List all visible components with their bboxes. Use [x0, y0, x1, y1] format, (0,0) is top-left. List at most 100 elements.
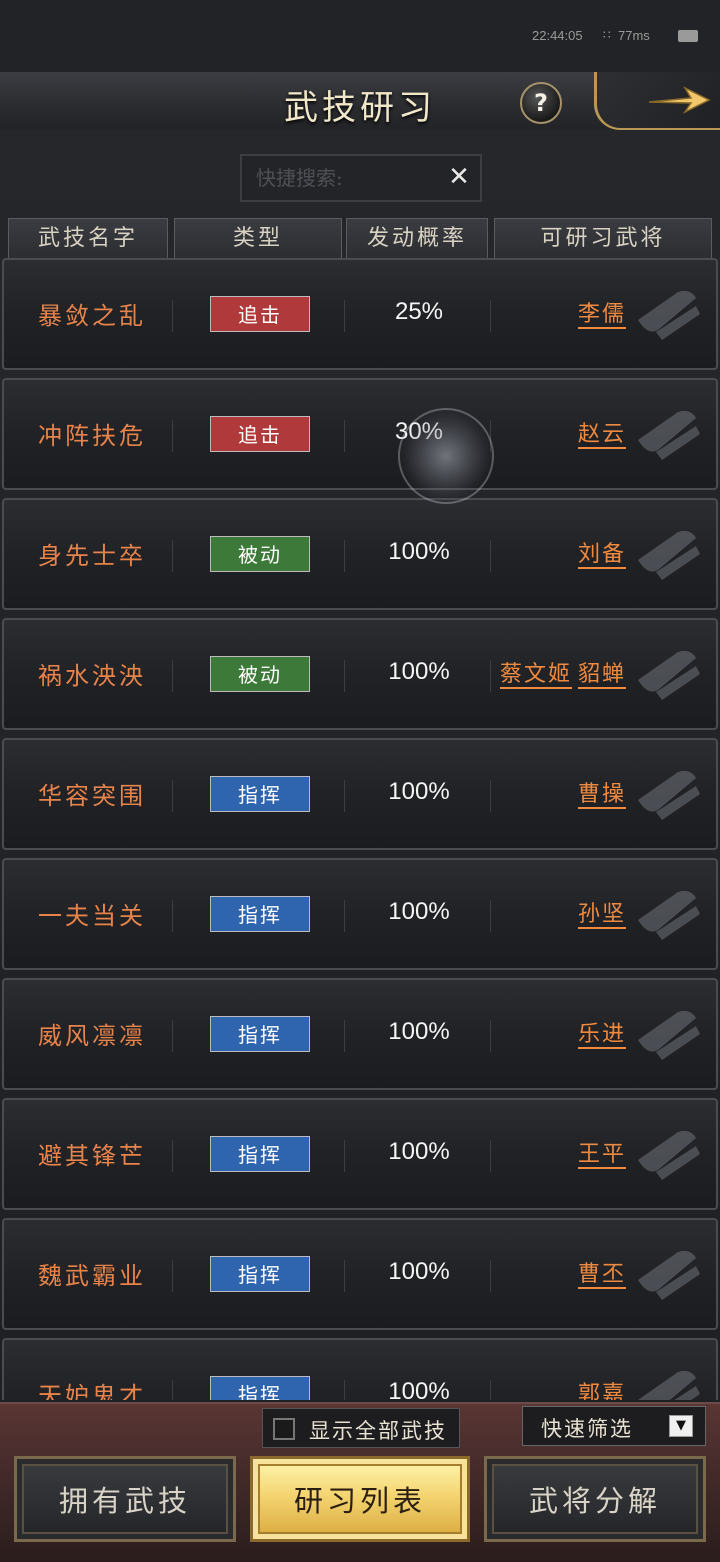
general-link[interactable]: 李儒 — [578, 302, 626, 327]
skill-row[interactable]: 威风凛凛 指挥 100% 乐进 — [2, 978, 718, 1090]
column-divider — [490, 1140, 491, 1172]
column-divider — [344, 900, 345, 932]
general-link[interactable]: 赵云 — [578, 422, 626, 447]
column-header-type[interactable]: 类型 — [174, 218, 342, 260]
general-link[interactable]: 蔡文姬 — [500, 662, 572, 687]
column-divider — [490, 660, 491, 692]
generals-list: 郭嘉 — [572, 1376, 626, 1400]
column-divider — [172, 1380, 173, 1400]
skill-name: 祸水泱泱 — [38, 662, 146, 690]
show-all-label: 显示全部武技 — [309, 1419, 447, 1443]
general-link[interactable]: 郭嘉 — [578, 1382, 626, 1400]
generals-list: 赵云 — [572, 416, 626, 448]
general-link[interactable]: 曹操 — [578, 782, 626, 807]
column-header-generals[interactable]: 可研习武将 — [494, 218, 712, 260]
column-divider — [172, 900, 173, 932]
column-divider — [490, 780, 491, 812]
skill-type-badge: 追击 — [210, 296, 310, 332]
generals-list: 刘备 — [572, 536, 626, 568]
close-icon[interactable]: ✕ — [444, 160, 474, 194]
skill-row[interactable]: 冲阵扶危追击30%赵云 — [2, 378, 718, 490]
skill-name: 华容突围 — [38, 782, 146, 810]
generals-list: 曹操 — [572, 776, 626, 808]
skill-name: 身先士卒 — [38, 542, 146, 570]
column-divider — [344, 660, 345, 692]
trigger-rate: 100% — [388, 1258, 450, 1285]
help-button[interactable]: ? — [520, 82, 562, 124]
trigger-rate: 100% — [388, 538, 450, 565]
general-link[interactable]: 曹丕 — [578, 1262, 626, 1287]
column-divider — [344, 1260, 345, 1292]
generals-list: 蔡文姬 貂蝉 — [494, 656, 626, 688]
scroll-icon — [638, 770, 700, 820]
trigger-rate: 100% — [388, 1378, 450, 1400]
scroll-icon — [638, 410, 700, 460]
general-link[interactable]: 乐进 — [578, 1022, 626, 1047]
column-divider — [172, 1140, 173, 1172]
scroll-icon — [638, 650, 700, 700]
scroll-icon — [638, 1370, 700, 1400]
generals-list: 孙坚 — [572, 896, 626, 928]
skill-row[interactable]: 身先士卒 被动 100% 刘备 — [2, 498, 718, 610]
skill-row[interactable]: 魏武霸业 指挥 100% 曹丕 — [2, 1218, 718, 1330]
column-divider — [490, 300, 491, 332]
search-box: ✕ — [240, 154, 482, 202]
column-header-name[interactable]: 武技名字 — [8, 218, 168, 260]
skill-type-badge: 被动 — [210, 536, 310, 572]
touch-indicator — [398, 408, 494, 504]
show-all-toggle[interactable]: 显示全部武技 — [262, 1408, 460, 1448]
scroll-icon — [638, 530, 700, 580]
column-divider — [344, 420, 345, 452]
signal-icon: ∷ — [603, 28, 611, 42]
scroll-icon — [638, 1130, 700, 1180]
skill-name: 天妒鬼才 — [38, 1382, 146, 1400]
skill-row[interactable]: 暴敛之乱 追击 25% 李儒 — [2, 258, 718, 370]
trigger-rate: 100% — [388, 1018, 450, 1045]
column-divider — [490, 1380, 491, 1400]
scroll-icon — [638, 890, 700, 940]
skill-type-badge: 指挥 — [210, 1136, 310, 1172]
general-link[interactable]: 貂蝉 — [578, 662, 626, 687]
skill-row[interactable]: 一夫当关 指挥 100% 孙坚 — [2, 858, 718, 970]
battery-icon — [678, 30, 698, 42]
skill-row[interactable]: 天妒鬼才 指挥 100% 郭嘉 — [2, 1338, 718, 1400]
tab-study-list[interactable]: 研习列表 — [250, 1456, 470, 1542]
skill-name: 威风凛凛 — [38, 1022, 146, 1050]
scroll-icon — [638, 290, 700, 340]
trigger-rate: 100% — [388, 898, 450, 925]
tab-owned-skills[interactable]: 拥有武技 — [14, 1456, 236, 1542]
search-input[interactable] — [254, 162, 438, 194]
column-divider — [344, 1020, 345, 1052]
tab-general-decompose[interactable]: 武将分解 — [484, 1456, 706, 1542]
skill-row[interactable]: 祸水泱泱 被动 100% 蔡文姬 貂蝉 — [2, 618, 718, 730]
general-link[interactable]: 王平 — [578, 1142, 626, 1167]
skill-type-badge: 追击 — [210, 416, 310, 452]
column-divider — [490, 540, 491, 572]
column-divider — [344, 300, 345, 332]
column-divider — [490, 1020, 491, 1052]
scroll-icon — [638, 1010, 700, 1060]
column-divider — [344, 1380, 345, 1400]
arrow-right-icon — [648, 86, 711, 114]
back-button[interactable] — [594, 72, 720, 130]
general-link[interactable]: 刘备 — [578, 542, 626, 567]
general-link[interactable]: 孙坚 — [578, 902, 626, 927]
quick-filter-dropdown[interactable]: 快速筛选 ▼ — [522, 1406, 706, 1446]
generals-list: 李儒 — [572, 296, 626, 328]
scroll-icon — [638, 1250, 700, 1300]
column-divider — [172, 300, 173, 332]
column-header-rate[interactable]: 发动概率 — [346, 218, 488, 260]
column-divider — [344, 1140, 345, 1172]
column-divider — [344, 540, 345, 572]
trigger-rate: 25% — [394, 298, 444, 325]
skill-name: 避其锋芒 — [38, 1142, 146, 1170]
show-all-checkbox[interactable] — [273, 1418, 295, 1440]
skill-type-badge: 指挥 — [210, 1016, 310, 1052]
trigger-rate: 100% — [388, 778, 450, 805]
skill-list[interactable]: 暴敛之乱追击25%李儒冲阵扶危追击30%赵云身先士卒被动100%刘备祸水泱泱被动… — [0, 258, 720, 1400]
skill-row[interactable]: 华容突围 指挥 100% 曹操 — [2, 738, 718, 850]
skill-type-badge: 指挥 — [210, 776, 310, 812]
trigger-rate: 100% — [388, 658, 450, 685]
column-divider — [172, 660, 173, 692]
skill-row[interactable]: 避其锋芒 指挥 100% 王平 — [2, 1098, 718, 1210]
